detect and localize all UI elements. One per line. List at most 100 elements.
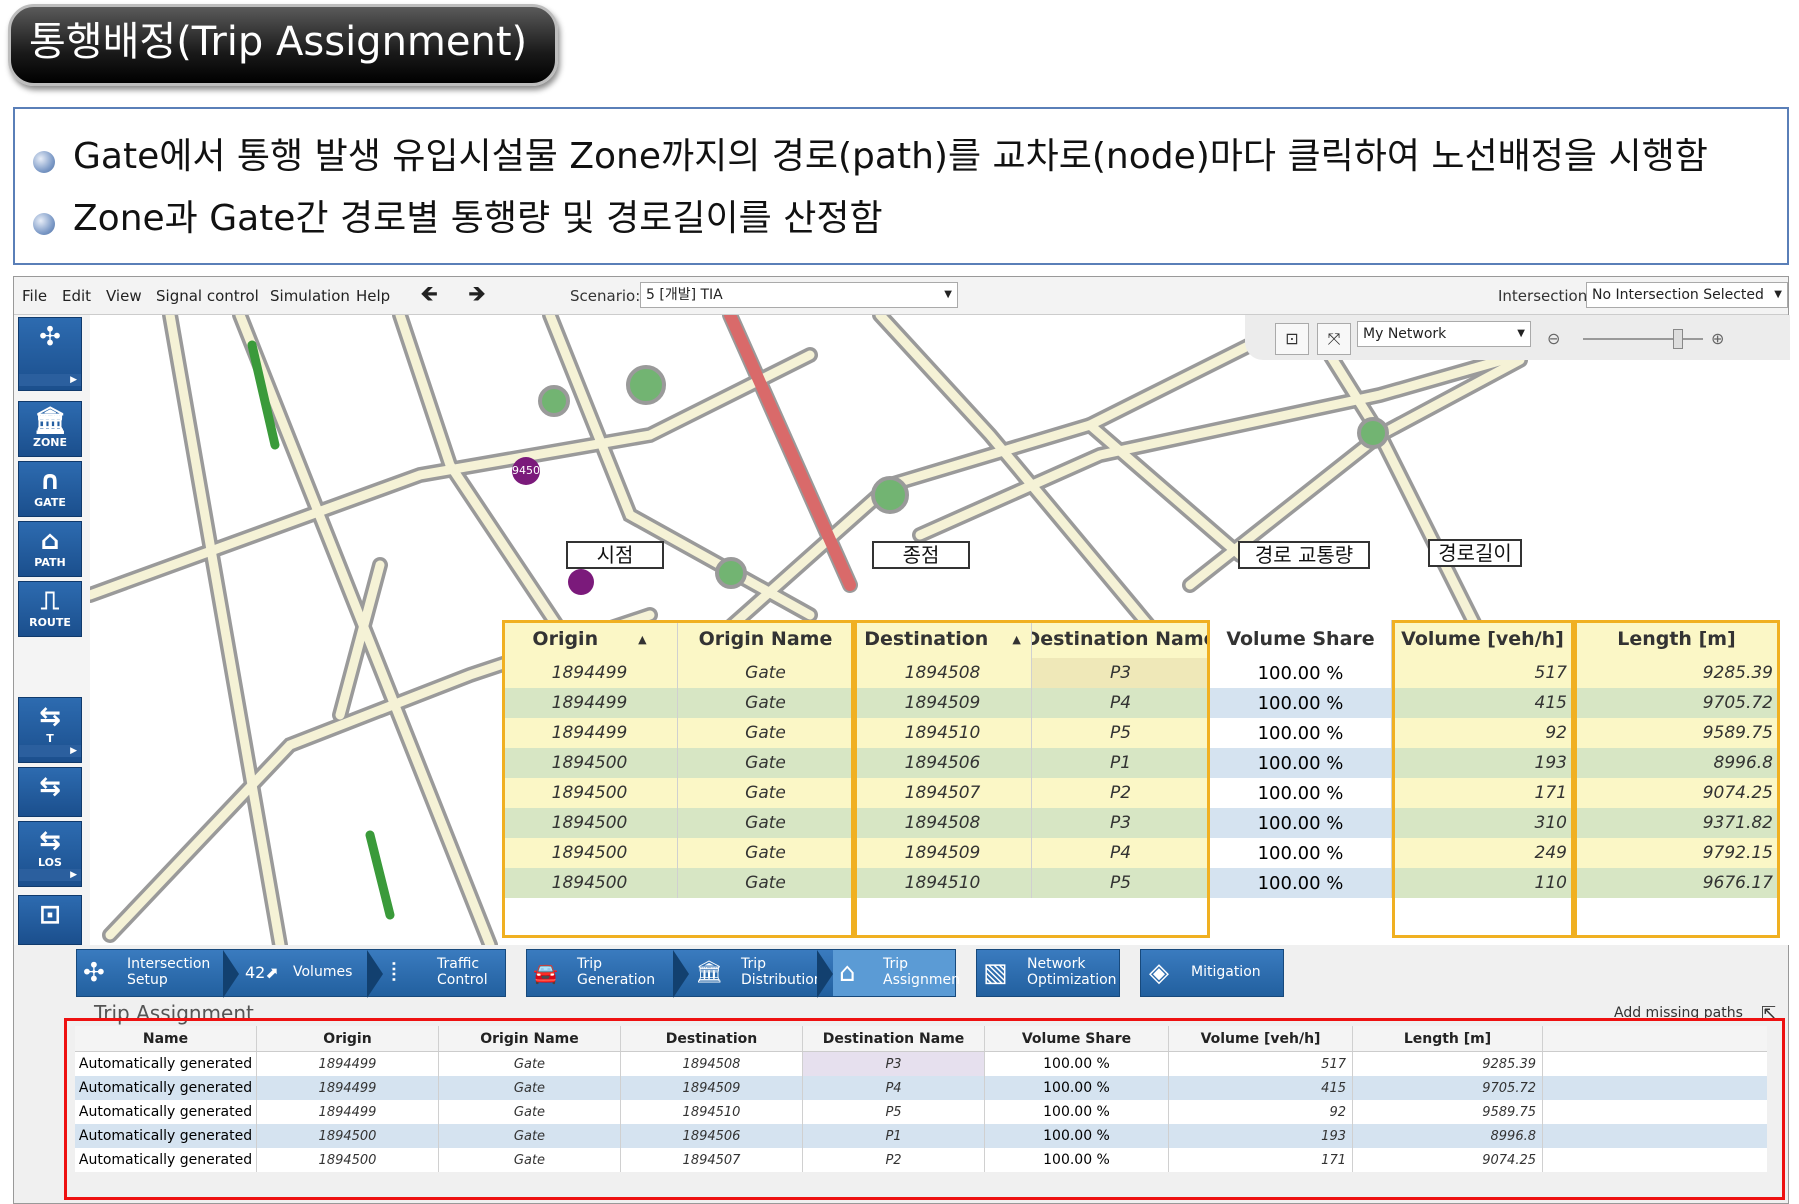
table-cell: 100.00 % bbox=[985, 1148, 1169, 1172]
table-row[interactable]: Automatically generated 1894500 Gate 189450… bbox=[75, 1124, 1767, 1148]
column-header-destination-name[interactable]: Destination Name bbox=[1032, 620, 1210, 658]
workflow-group-intersection: ✣ Intersection Setup 42⬈ Volumes ⦙ Traff… bbox=[76, 949, 506, 998]
column-header[interactable]: Length [m] bbox=[1353, 1026, 1543, 1051]
menu-simulation[interactable]: Simulation bbox=[270, 287, 350, 305]
zone-marker[interactable] bbox=[568, 569, 594, 595]
los-label: LOS bbox=[38, 856, 62, 869]
table-row[interactable]: 1894500 Gate 1894509 P4 100.00 % 249 9792.15 bbox=[502, 838, 1780, 868]
table-row[interactable]: Automatically generated 1894499 Gate 189450… bbox=[75, 1076, 1767, 1100]
select-region-icon[interactable]: ⊡ bbox=[1275, 323, 1309, 355]
column-header[interactable]: Origin bbox=[257, 1026, 439, 1051]
path-table-zoom: Origin ▲ Origin Name Destination ▲ Desti… bbox=[502, 620, 1780, 938]
workflow-mitigation[interactable]: ◈ Mitigation bbox=[1140, 949, 1284, 997]
add-missing-paths-link[interactable]: Add missing paths bbox=[1614, 1005, 1743, 1021]
zoom-in-icon[interactable]: ⊕ bbox=[1711, 329, 1724, 348]
zone-tool-button[interactable]: 🏛 ZONE bbox=[18, 401, 82, 457]
column-header-origin[interactable]: Origin ▲ bbox=[502, 620, 678, 658]
forward-arrow-icon[interactable]: 🡺 bbox=[464, 283, 490, 307]
column-header[interactable]: Origin Name bbox=[439, 1026, 621, 1051]
export-icon[interactable]: ⇱ bbox=[1761, 1003, 1776, 1024]
map-control-bar: ⊡ ⤧ My Network ▼ ⊖ ⊕ bbox=[1245, 315, 1790, 360]
zone-icon: 🏛 bbox=[33, 406, 67, 436]
expand-arrow-icon[interactable]: ▶ bbox=[19, 745, 81, 757]
signal-analysis-button[interactable]: ⇆ bbox=[18, 767, 82, 817]
intersection-tool-button[interactable]: ✣ ▶ bbox=[18, 317, 82, 391]
intersection-select[interactable]: No Intersection Selected ▼ bbox=[1586, 282, 1788, 308]
table-cell: 92 bbox=[1169, 1100, 1353, 1124]
workflow-trip-distribution[interactable]: 🏛 Trip Distribution bbox=[691, 950, 823, 996]
expand-arrow-icon[interactable]: ▶ bbox=[19, 374, 81, 386]
gate-tool-button[interactable]: ∩ GATE bbox=[18, 461, 82, 517]
expand-arrow-icon[interactable]: ▶ bbox=[19, 869, 81, 881]
column-header-volume-share[interactable]: Volume Share bbox=[1210, 620, 1392, 658]
workflow-trip-assignment[interactable]: ⌂ Trip Assignmen bbox=[833, 950, 960, 996]
zone-marker[interactable]: 9450 bbox=[512, 457, 540, 485]
node-icon: ⊡ bbox=[39, 900, 61, 930]
column-header-destination[interactable]: Destination ▲ bbox=[854, 620, 1032, 658]
workflow-intersection-setup[interactable]: ✣ Intersection Setup bbox=[77, 950, 223, 996]
table-row[interactable]: 1894499 Gate 1894510 P5 100.00 % 92 9589.75 bbox=[502, 718, 1780, 748]
table-header: Name Origin Origin Name Destination Destinat… bbox=[75, 1026, 1767, 1052]
workflow-network-optimization[interactable]: ▧ Network Optimization bbox=[976, 949, 1120, 997]
table-cell: Automatically generated bbox=[75, 1100, 257, 1124]
back-arrow-icon[interactable]: 🡸 bbox=[416, 283, 442, 307]
table-row[interactable]: 1894499 Gate 1894509 P4 100.00 % 415 9705.72 bbox=[502, 688, 1780, 718]
menu-signal-control[interactable]: Signal control bbox=[156, 287, 259, 305]
zoom-slider-handle[interactable] bbox=[1673, 329, 1683, 349]
table-cell: P5 bbox=[1032, 718, 1210, 748]
los-analysis-button[interactable]: ⇆ LOS ▶ bbox=[18, 821, 82, 887]
menu-help[interactable]: Help bbox=[356, 287, 390, 305]
table-cell: 1894507 bbox=[854, 778, 1032, 808]
column-header[interactable]: Destination bbox=[621, 1026, 803, 1051]
bullet-box: Gate에서 통행 발생 유입시설물 Zone까지의 경로(path)를 교차로… bbox=[13, 107, 1789, 265]
workflow-trip-generation[interactable]: 🚘 Trip Generation bbox=[527, 950, 673, 996]
gate-icon: ∩ bbox=[39, 466, 61, 496]
column-header[interactable]: Name bbox=[75, 1026, 257, 1051]
zoom-out-icon[interactable]: ⊖ bbox=[1547, 329, 1560, 348]
column-header[interactable]: Volume [veh/h] bbox=[1169, 1026, 1353, 1051]
table-cell: 1894508 bbox=[621, 1052, 803, 1076]
table-cell: Gate bbox=[678, 778, 854, 808]
workflow-traffic-control[interactable]: ⦙ Traffic Control bbox=[385, 950, 505, 996]
workflow-label: Assignmen bbox=[883, 972, 960, 988]
table-cell: P2 bbox=[803, 1148, 985, 1172]
table-row[interactable]: 1894499 Gate 1894508 P3 100.00 % 517 9285.39 bbox=[502, 658, 1780, 688]
node-tool-button[interactable]: ⊡ bbox=[18, 895, 82, 945]
column-header-length[interactable]: Length [m] bbox=[1574, 620, 1780, 658]
table-cell: 100.00 % bbox=[985, 1052, 1169, 1076]
trip-assignment-icon: ⌂ bbox=[839, 958, 856, 988]
table-cell: Gate bbox=[439, 1148, 621, 1172]
menu-view[interactable]: View bbox=[106, 287, 142, 305]
workflow-volumes[interactable]: 42⬈ Volumes bbox=[241, 950, 367, 996]
route-tool-button[interactable]: ⎍ ROUTE bbox=[18, 581, 82, 637]
table-cell: Automatically generated bbox=[75, 1052, 257, 1076]
menu-file[interactable]: File bbox=[22, 287, 47, 305]
workflow-bar: ✣ Intersection Setup 42⬈ Volumes ⦙ Traff… bbox=[14, 947, 1788, 999]
column-header-origin-name[interactable]: Origin Name bbox=[678, 620, 854, 658]
bullet-dot-icon bbox=[33, 213, 55, 235]
menu-edit[interactable]: Edit bbox=[62, 287, 91, 305]
table-row[interactable]: Automatically generated 1894499 Gate 189450… bbox=[75, 1052, 1767, 1076]
table-cell: 9792.15 bbox=[1574, 838, 1780, 868]
path-label: PATH bbox=[34, 556, 66, 569]
column-header-volume[interactable]: Volume [veh/h] bbox=[1392, 620, 1574, 658]
column-header[interactable]: Volume Share bbox=[985, 1026, 1169, 1051]
table-row[interactable]: 1894500 Gate 1894507 P2 100.00 % 171 9074.25 bbox=[502, 778, 1780, 808]
table-row[interactable]: 1894500 Gate 1894506 P1 100.00 % 193 8996.8 bbox=[502, 748, 1780, 778]
table-cell: P1 bbox=[1032, 748, 1210, 778]
scenario-select[interactable]: 5 [개발] TIA ▼ bbox=[640, 282, 958, 308]
fit-view-icon[interactable]: ⤧ bbox=[1317, 323, 1351, 355]
column-header[interactable]: Destination Name bbox=[803, 1026, 985, 1051]
network-select[interactable]: My Network ▼ bbox=[1357, 321, 1531, 347]
table-cell: 249 bbox=[1392, 838, 1574, 868]
table-cell: P3 bbox=[1032, 808, 1210, 838]
path-tool-button[interactable]: ⌂ PATH bbox=[18, 521, 82, 577]
turn-analysis-button[interactable]: ⇆ T ▶ bbox=[18, 697, 82, 763]
table-row[interactable]: Automatically generated 1894499 Gate 189451… bbox=[75, 1100, 1767, 1124]
table-row[interactable]: 1894500 Gate 1894508 P3 100.00 % 310 9371.82 bbox=[502, 808, 1780, 838]
zoom-slider[interactable] bbox=[1583, 338, 1703, 340]
intersection-label: Intersection: bbox=[1498, 287, 1593, 305]
table-cell: Gate bbox=[439, 1100, 621, 1124]
table-row[interactable]: 1894500 Gate 1894510 P5 100.00 % 110 9676.17 bbox=[502, 868, 1780, 898]
table-row[interactable]: Automatically generated 1894500 Gate 189450… bbox=[75, 1148, 1767, 1172]
